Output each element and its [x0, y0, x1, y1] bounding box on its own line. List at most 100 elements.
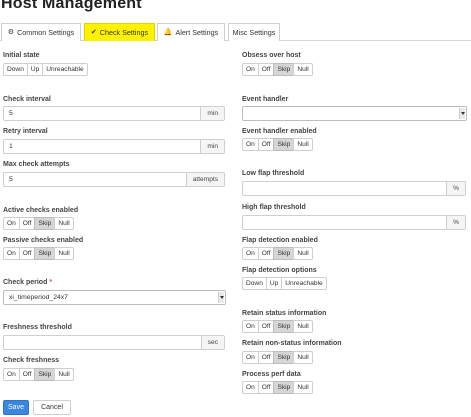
tab-label: Common Settings: [17, 27, 75, 37]
retain-status-null[interactable]: Null: [293, 320, 313, 333]
flap-detection-enabled-null[interactable]: Null: [293, 247, 313, 260]
obsess-over-host-on[interactable]: On: [242, 63, 259, 76]
settings-tabs: ⚙ Common Settings ✔ Check Settings 🔔 Ale…: [0, 23, 471, 41]
flap-detection-enabled-options: On Off Skip Null: [242, 247, 313, 260]
chevron-down-icon: [459, 108, 465, 119]
retain-status-off[interactable]: Off: [257, 320, 275, 333]
freshness-threshold-label: Freshness threshold: [3, 324, 72, 331]
event-handler-enabled-off[interactable]: Off: [257, 138, 275, 151]
tab-label: Alert Settings: [175, 27, 219, 37]
tab-alert-settings[interactable]: 🔔 Alert Settings: [157, 23, 225, 41]
low-flap-threshold-label: Low flap threshold: [242, 170, 305, 177]
flap-detection-enabled-on[interactable]: On: [242, 247, 259, 260]
freshness-threshold-field[interactable]: sec: [3, 335, 225, 350]
check-icon: ✔: [90, 29, 97, 36]
max-check-attempts-value: 5: [9, 176, 13, 183]
check-interval-field[interactable]: 5 min: [3, 106, 225, 121]
tab-common-settings[interactable]: ⚙ Common Settings: [1, 23, 81, 41]
tab-label: Check Settings: [99, 27, 149, 37]
max-check-attempts-unit: attempts: [185, 173, 224, 186]
obsess-over-host-null[interactable]: Null: [293, 63, 313, 76]
retain-nonstatus-skip[interactable]: Skip: [273, 351, 295, 364]
high-flap-threshold-value: [243, 216, 446, 229]
initial-state-up[interactable]: Up: [26, 63, 44, 76]
retain-status-options: On Off Skip Null: [242, 320, 313, 333]
tab-label: Misc Settings: [232, 27, 276, 37]
passive-checks-on[interactable]: On: [3, 247, 20, 260]
active-checks-options: On Off Skip Null: [3, 217, 74, 230]
initial-state-unreachable[interactable]: Unreachable: [42, 63, 88, 76]
initial-state-down[interactable]: Down: [3, 63, 28, 76]
high-flap-threshold-unit: %: [446, 216, 465, 229]
cancel-button[interactable]: Cancel: [33, 400, 71, 415]
tab-check-settings[interactable]: ✔ Check Settings: [84, 23, 155, 41]
event-handler-select[interactable]: [242, 106, 467, 121]
retry-interval-label: Retry interval: [3, 128, 48, 135]
passive-checks-label: Passive checks enabled: [3, 237, 84, 244]
low-flap-threshold-unit: %: [446, 182, 465, 195]
check-period-label-text: Check period: [3, 279, 48, 286]
process-perf-data-skip[interactable]: Skip: [273, 381, 295, 394]
check-period-select[interactable]: xi_timeperiod_24x7: [3, 290, 226, 305]
passive-checks-skip[interactable]: Skip: [34, 247, 56, 260]
low-flap-threshold-value: [243, 182, 446, 195]
retain-nonstatus-off[interactable]: Off: [257, 351, 275, 364]
save-button[interactable]: Save: [3, 400, 29, 415]
retain-nonstatus-null[interactable]: Null: [293, 351, 313, 364]
flap-detection-up[interactable]: Up: [265, 277, 283, 290]
freshness-threshold-unit: sec: [200, 336, 224, 349]
passive-checks-null[interactable]: Null: [54, 247, 74, 260]
initial-state-options: Down Up Unreachable: [3, 63, 88, 76]
flap-detection-enabled-off[interactable]: Off: [257, 247, 275, 260]
check-freshness-label: Check freshness: [3, 357, 60, 364]
retain-nonstatus-label: Retain non-status information: [242, 340, 342, 347]
flap-detection-options: Down Up Unreachable: [242, 277, 327, 290]
check-interval-label: Check interval: [3, 96, 51, 103]
active-checks-null[interactable]: Null: [54, 217, 74, 230]
event-handler-label: Event handler: [242, 96, 289, 103]
retry-interval-field[interactable]: 1 min: [3, 139, 225, 154]
active-checks-off[interactable]: Off: [18, 217, 36, 230]
process-perf-data-options: On Off Skip Null: [242, 381, 313, 394]
retry-interval-unit: min: [200, 140, 224, 153]
flap-detection-enabled-label: Flap detection enabled: [242, 237, 318, 244]
process-perf-data-on[interactable]: On: [242, 381, 259, 394]
active-checks-label: Active checks enabled: [3, 207, 79, 214]
obsess-over-host-label: Obsess over host: [242, 52, 301, 59]
flap-detection-enabled-skip[interactable]: Skip: [273, 247, 295, 260]
high-flap-threshold-field[interactable]: %: [242, 215, 466, 230]
retain-status-on[interactable]: On: [242, 320, 259, 333]
tab-misc-settings[interactable]: Misc Settings: [228, 23, 280, 41]
flap-detection-unreachable[interactable]: Unreachable: [281, 277, 327, 290]
max-check-attempts-label: Max check attempts: [3, 161, 70, 168]
event-handler-enabled-skip[interactable]: Skip: [273, 138, 295, 151]
bell-icon: 🔔: [163, 29, 173, 36]
high-flap-threshold-label: High flap threshold: [242, 204, 306, 211]
check-freshness-skip[interactable]: Skip: [34, 368, 56, 381]
active-checks-on[interactable]: On: [3, 217, 20, 230]
check-freshness-options: On Off Skip Null: [3, 368, 74, 381]
gear-icon: ⚙: [7, 29, 15, 36]
retain-nonstatus-on[interactable]: On: [242, 351, 259, 364]
obsess-over-host-skip[interactable]: Skip: [273, 63, 295, 76]
event-handler-enabled-on[interactable]: On: [242, 138, 259, 151]
obsess-over-host-off[interactable]: Off: [257, 63, 275, 76]
retain-status-skip[interactable]: Skip: [273, 320, 295, 333]
low-flap-threshold-field[interactable]: %: [242, 181, 466, 196]
check-freshness-on[interactable]: On: [3, 368, 20, 381]
flap-detection-options-label: Flap detection options: [242, 267, 317, 274]
max-check-attempts-field[interactable]: 5 attempts: [3, 172, 225, 187]
flap-detection-down[interactable]: Down: [242, 277, 267, 290]
check-interval-value: 5: [9, 110, 13, 117]
process-perf-data-label: Process perf data: [242, 371, 301, 378]
event-handler-enabled-null[interactable]: Null: [293, 138, 313, 151]
process-perf-data-null[interactable]: Null: [293, 381, 313, 394]
check-freshness-null[interactable]: Null: [54, 368, 74, 381]
check-interval-unit: min: [200, 107, 224, 120]
process-perf-data-off[interactable]: Off: [257, 381, 275, 394]
page-title: Host Management: [1, 0, 142, 12]
check-freshness-off[interactable]: Off: [18, 368, 36, 381]
active-checks-skip[interactable]: Skip: [34, 217, 56, 230]
passive-checks-off[interactable]: Off: [18, 247, 36, 260]
freshness-threshold-value: [4, 336, 201, 349]
